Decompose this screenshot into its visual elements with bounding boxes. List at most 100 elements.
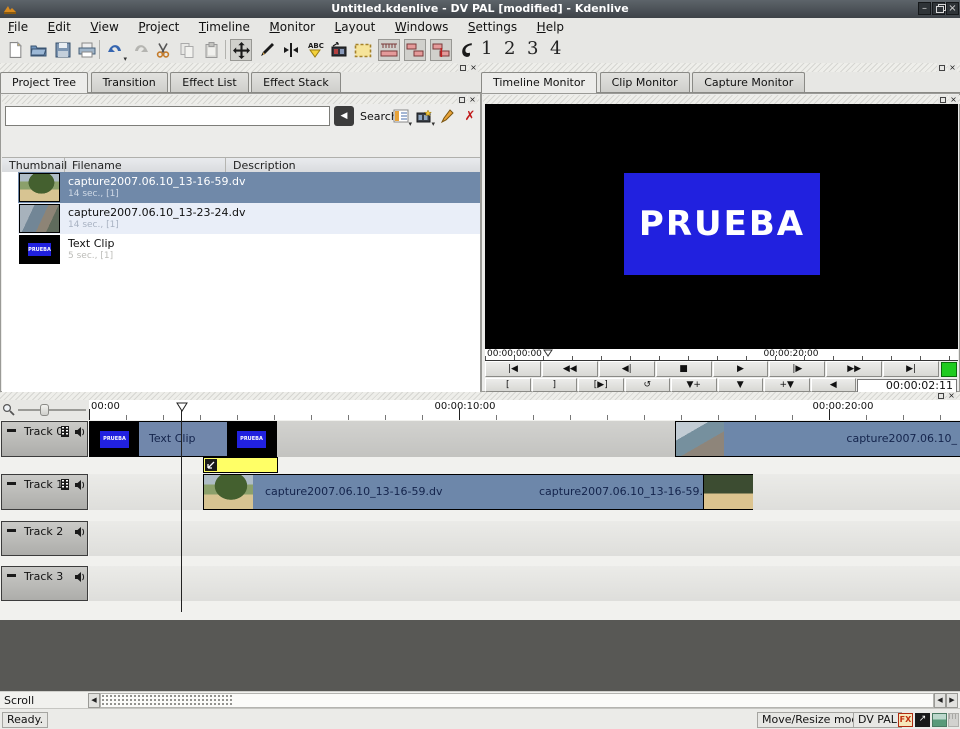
frame-forward-button[interactable]: |▶ (769, 361, 825, 377)
thumbnails-toggle-icon[interactable] (932, 713, 947, 727)
menu-file[interactable]: File (0, 18, 36, 37)
timeline-ruler[interactable]: 00:00 00:00:10:00 00:00:20:00 (89, 400, 960, 421)
set-in-point-button[interactable]: [ (485, 378, 531, 392)
prev-marker-button[interactable]: ◀ (811, 378, 857, 392)
goto-marker-button[interactable]: ▼ (718, 378, 764, 392)
dock-handle[interactable]: × (483, 95, 960, 104)
track-1-content[interactable]: capture2007.06.10_13-16-59.dv capture200… (89, 474, 960, 510)
dock-float-button[interactable] (938, 95, 947, 104)
scrollbar-thumb[interactable] (101, 694, 234, 707)
play-button[interactable]: ▶ (713, 361, 769, 377)
new-file-button[interactable] (4, 39, 26, 61)
add-text-marker-button[interactable]: ABC (304, 39, 326, 61)
razor-tool-button[interactable] (256, 39, 278, 61)
track-0-header[interactable]: Track 0 (1, 421, 88, 457)
tab-timeline-monitor[interactable]: Timeline Monitor (481, 72, 597, 93)
record-ready-indicator[interactable] (941, 362, 957, 377)
column-filename[interactable]: Filename (65, 158, 226, 173)
selection-zone-button[interactable] (352, 39, 374, 61)
timeline-view-split-button[interactable] (404, 39, 426, 61)
menu-view[interactable]: View (82, 18, 126, 37)
restore-button[interactable] (932, 2, 945, 15)
view-mode-button[interactable]: ▾ (391, 106, 411, 126)
fast-forward-button[interactable]: ▶▶ (826, 361, 882, 377)
monitor-ruler[interactable]: 00:00:00:00 00:00:20:00 (485, 349, 958, 361)
timeline-view-normal-button[interactable] (378, 39, 400, 61)
column-thumbnail[interactable]: Thumbnail (2, 158, 65, 173)
add-clip-button[interactable]: ▾ (414, 106, 434, 126)
go-start-button[interactable]: |◀ (485, 361, 541, 377)
column-description[interactable]: Description (226, 158, 480, 173)
menu-layout[interactable]: Layout (327, 18, 384, 37)
menu-edit[interactable]: Edit (40, 18, 79, 37)
tab-capture-monitor[interactable]: Capture Monitor (692, 72, 805, 92)
scroll-right-button[interactable]: ▶ (946, 693, 958, 708)
track-2-content[interactable] (89, 521, 960, 556)
dock-close-button[interactable]: × (947, 392, 956, 400)
timeline-clip-text[interactable]: PRUEBA Text Clip PRUEBA (89, 421, 277, 457)
playhead-line[interactable] (181, 410, 182, 612)
menu-timeline[interactable]: Timeline (191, 18, 258, 37)
timeline-clip-capture-top[interactable]: capture2007.06.10_ (675, 421, 960, 457)
menu-help[interactable]: Help (529, 18, 572, 37)
dock-close-button[interactable]: × (468, 95, 477, 104)
close-button[interactable]: × (946, 2, 959, 15)
transitions-toggle-icon[interactable]: ↗ (915, 713, 930, 727)
magnifier-icon[interactable] (2, 403, 15, 416)
track-3-content[interactable] (89, 566, 960, 601)
timeline-view-marker-button[interactable] (430, 39, 452, 61)
clip-row-text-clip[interactable]: PRUEBA Text Clip 5 sec., [1] (2, 234, 480, 265)
layout-4-button[interactable]: 4 (550, 38, 561, 59)
dock-close-button[interactable]: × (949, 95, 958, 104)
dock-handle[interactable]: × (0, 392, 960, 400)
rewind-button[interactable]: ◀◀ (542, 361, 598, 377)
title-bar[interactable]: Untitled.kdenlive - DV PAL [modified] - … (0, 0, 960, 18)
redo-button[interactable] (130, 39, 152, 61)
track-1-header[interactable]: Track 1 (1, 474, 88, 510)
ruler-toggle-icon[interactable] (948, 713, 959, 727)
tab-clip-monitor[interactable]: Clip Monitor (600, 72, 690, 92)
clip-row-capture2[interactable]: capture2007.06.10_13-23-24.dv 14 sec., [… (2, 203, 480, 234)
dock-handle[interactable]: × (2, 95, 479, 104)
paste-button[interactable] (200, 39, 222, 61)
collapse-track-icon[interactable] (7, 482, 16, 485)
print-button[interactable] (76, 39, 98, 61)
search-input[interactable] (5, 106, 330, 126)
minimize-button[interactable]: – (918, 2, 931, 15)
play-zone-button[interactable]: [▶] (578, 378, 624, 392)
collapse-track-icon[interactable] (7, 429, 16, 432)
dock-float-button[interactable] (936, 392, 945, 400)
add-marker-button[interactable]: ▼+ (671, 378, 717, 392)
zoom-slider-handle[interactable] (40, 404, 49, 416)
dock-float-button[interactable] (937, 63, 946, 72)
menu-windows[interactable]: Windows (387, 18, 457, 37)
layout-1-button[interactable]: 1 (481, 38, 492, 59)
track-0-content[interactable]: PRUEBA Text Clip PRUEBA capture2007.06.1… (89, 421, 960, 457)
monitor-playhead-icon[interactable] (543, 349, 553, 357)
mute-horn-button[interactable] (456, 39, 478, 61)
layout-2-button[interactable]: 2 (504, 38, 515, 59)
spacer-tool-button[interactable] (280, 39, 302, 61)
collapse-track-icon[interactable] (7, 574, 16, 577)
scroll-left-button-2[interactable]: ◀ (934, 693, 946, 708)
clip-row-capture1[interactable]: capture2007.06.10_13-16-59.dv 14 sec., [… (2, 172, 480, 203)
tab-transition[interactable]: Transition (91, 72, 168, 92)
edit-clip-button[interactable] (437, 106, 457, 126)
menu-project[interactable]: Project (130, 18, 187, 37)
go-end-button[interactable]: ▶| (883, 361, 939, 377)
cut-button[interactable] (152, 39, 174, 61)
undo-button[interactable]: ▾ (104, 39, 126, 61)
tab-effect-stack[interactable]: Effect Stack (251, 72, 341, 92)
copy-button[interactable] (176, 39, 198, 61)
dock-float-button[interactable] (457, 95, 466, 104)
layout-3-button[interactable]: 3 (527, 38, 538, 59)
dock-float-button[interactable] (458, 63, 467, 72)
timecode-display[interactable]: 00:00:02:11 (857, 379, 957, 393)
stop-button[interactable]: ■ (656, 361, 712, 377)
open-button[interactable] (28, 39, 50, 61)
dock-close-button[interactable]: × (948, 63, 957, 72)
effects-toggle-icon[interactable]: FX (898, 713, 913, 727)
set-out-point-button[interactable]: ] (532, 378, 578, 392)
dock-handle[interactable]: × (0, 63, 481, 72)
zoom-slider-track[interactable] (18, 409, 86, 411)
